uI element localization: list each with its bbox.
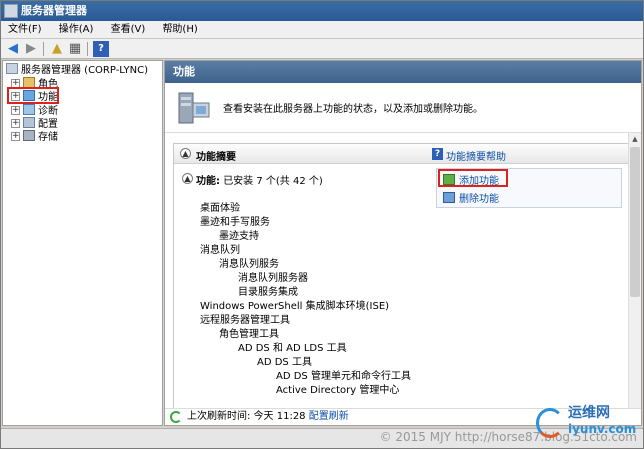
logo-swoosh-icon	[536, 408, 564, 438]
logo-line2: iyunv.com	[568, 422, 637, 436]
list-item: 消息队列	[200, 245, 240, 256]
tree-item-diagnostics[interactable]: 诊断	[23, 104, 58, 117]
description-banner: 查看安装在此服务器上功能的状态，以及添加或删除功能。	[165, 83, 641, 133]
highlight-box	[438, 169, 508, 187]
storage-icon	[23, 130, 35, 141]
show-hide-tree-icon[interactable]: ▦	[67, 41, 83, 57]
features-summary-help-link[interactable]: 功能摘要帮助	[446, 148, 506, 163]
remove-features-link[interactable]: 删除功能	[443, 190, 499, 205]
server-manager-window: 服务器管理器 文件(F) 操作(A) 查看(V) 帮助(H) ◀ ▶ ▲ ▦ ?…	[0, 0, 644, 449]
description-text: 查看安装在此服务器上功能的状态，以及添加或删除功能。	[223, 104, 483, 115]
scroll-thumb[interactable]	[630, 147, 640, 297]
expand-diagnostics[interactable]: +	[11, 106, 20, 115]
menu-action[interactable]: 操作(A)	[52, 21, 101, 39]
tree-item-configuration[interactable]: 配置	[23, 117, 58, 130]
menu-file[interactable]: 文件(F)	[1, 21, 49, 39]
window-title: 服务器管理器	[21, 4, 87, 17]
up-folder-icon[interactable]: ▲	[49, 41, 65, 57]
list-item: 墨迹支持	[219, 231, 259, 242]
expand-storage[interactable]: +	[11, 132, 20, 141]
configure-refresh-link[interactable]: 配置刷新	[309, 411, 349, 422]
site-logo: 运维网 iyunv.com	[536, 400, 636, 444]
back-arrow-icon[interactable]: ◀	[5, 41, 21, 57]
navigation-tree: 服务器管理器 (CORP-LYNC) + 角色 + 功能 + 诊断 + 配置 +…	[2, 60, 163, 426]
collapse-features-icon[interactable]: ▲	[182, 173, 193, 184]
features-summary-section: ▲ 功能摘要 ? 功能摘要帮助 ▲ 功能: 已安装 7 个(共 42 个) 添加…	[173, 143, 633, 425]
server-features-icon	[178, 92, 210, 124]
expand-configuration[interactable]: +	[11, 119, 20, 128]
collapse-section-icon[interactable]: ▲	[180, 148, 191, 159]
content-header: 功能	[165, 61, 641, 83]
help-book-icon: ?	[432, 148, 443, 160]
diagnostics-icon	[23, 104, 35, 115]
list-item: AD DS 工具	[257, 357, 312, 368]
menu-bar: 文件(F) 操作(A) 查看(V) 帮助(H)	[1, 21, 643, 39]
toolbar-separator	[43, 42, 44, 56]
tree-root[interactable]: 服务器管理器 (CORP-LYNC)	[6, 63, 148, 76]
features-count: 功能: 已安装 7 个(共 42 个)	[196, 176, 323, 187]
menu-view[interactable]: 查看(V)	[104, 21, 153, 39]
configuration-icon	[23, 117, 35, 128]
highlight-box	[7, 87, 59, 104]
remove-features-icon	[443, 192, 455, 203]
menu-help[interactable]: 帮助(H)	[155, 21, 204, 39]
help-icon[interactable]: ?	[93, 41, 109, 57]
list-item: 角色管理工具	[219, 329, 279, 340]
content-scrollbar[interactable]: ▲ ▼	[628, 133, 641, 425]
last-refresh-time: 上次刷新时间: 今天 11:28	[187, 411, 306, 422]
toolbar: ◀ ▶ ▲ ▦ ?	[1, 39, 643, 59]
section-header: ▲ 功能摘要 ? 功能摘要帮助	[174, 144, 632, 164]
title-bar: 服务器管理器	[1, 1, 643, 21]
refresh-icon	[170, 411, 182, 423]
list-item: 消息队列服务器	[238, 273, 308, 284]
scroll-up-icon[interactable]: ▲	[629, 133, 641, 145]
tree-item-storage[interactable]: 存储	[23, 130, 58, 143]
logo-line1: 运维网	[568, 405, 610, 421]
server-icon	[6, 63, 18, 74]
section-title: 功能摘要	[196, 152, 236, 163]
content-pane: 功能 查看安装在此服务器上功能的状态，以及添加或删除功能。 ▲ 功能摘要 ? 功…	[164, 60, 642, 426]
features-actions: 添加功能 删除功能	[436, 168, 622, 208]
list-item: Windows PowerShell 集成脚本环境(ISE)	[200, 301, 390, 312]
list-item: AD DS 和 AD LDS 工具	[238, 343, 347, 354]
list-item: 消息队列服务	[219, 259, 279, 270]
list-item: 桌面体验	[200, 203, 240, 214]
list-item: AD DS 管理单元和命令行工具	[276, 371, 411, 382]
list-item: 远程服务器管理工具	[200, 315, 290, 326]
list-item: 目录服务集成	[238, 287, 298, 298]
server-manager-icon	[4, 4, 18, 18]
toolbar-separator	[87, 42, 88, 56]
list-item: Active Directory 管理中心	[276, 385, 400, 396]
forward-arrow-icon[interactable]: ▶	[23, 41, 39, 57]
list-item: 墨迹和手写服务	[200, 217, 270, 228]
